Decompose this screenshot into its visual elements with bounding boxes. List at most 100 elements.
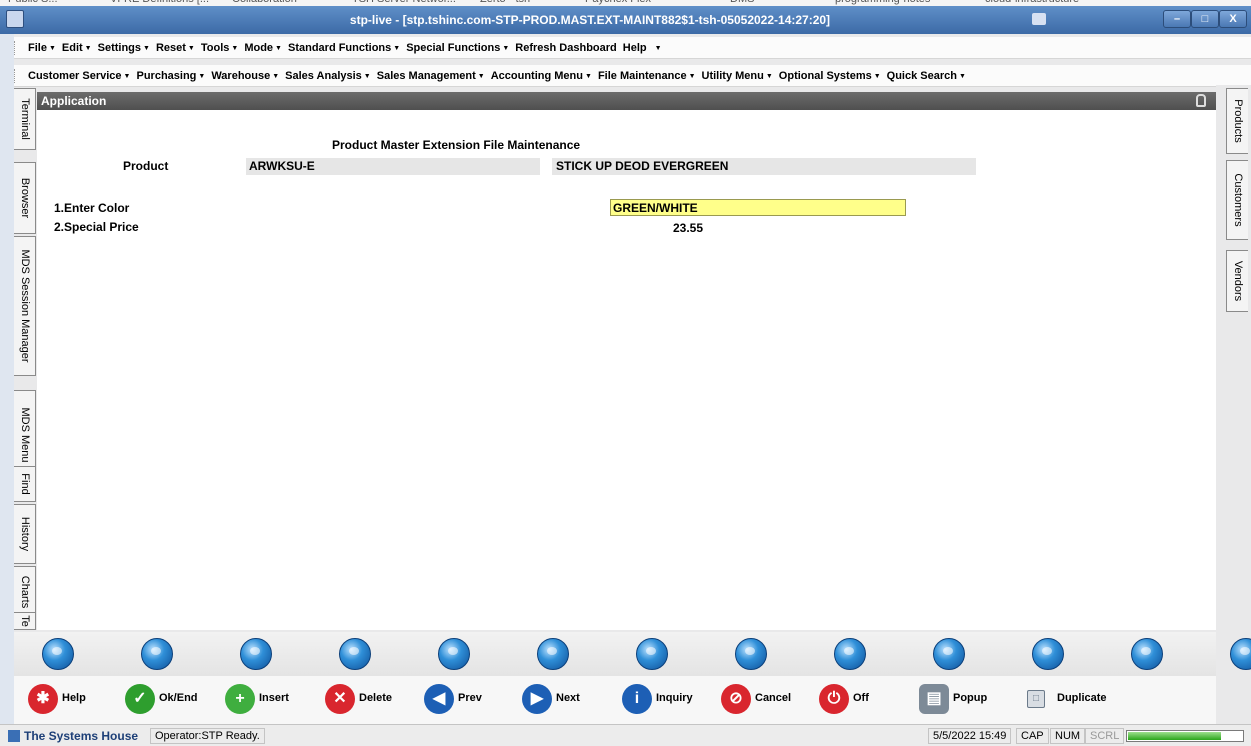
menubar-grip[interactable] [14,69,17,83]
application-header: Application [37,92,1216,110]
inquiry-button[interactable]: i Inquiry [622,684,717,714]
chevron-down-icon: ▼ [654,45,662,52]
dropdown-arrow-icon: ▼ [765,73,773,80]
tab-vendors[interactable]: Vendors [1226,250,1248,312]
minimize-button[interactable]: – [1163,10,1191,28]
bookmark-item[interactable]: Paychex Flex [585,0,651,5]
next-button[interactable]: ▶ Next [522,684,617,714]
product-label: Product [123,159,169,173]
dropdown-arrow-icon: ▼ [873,73,881,80]
menu-item-refresh-dashboard[interactable]: Refresh Dashboard [515,42,616,54]
menu-overflow[interactable]: ▼ [653,42,662,54]
menu-item-edit[interactable]: Edit ▼ [62,42,92,54]
dropdown-arrow-icon: ▼ [48,45,56,52]
bookmark-item[interactable]: Zerto - tsh [480,0,530,5]
globe-icon[interactable] [537,638,569,670]
bookmark-item[interactable]: DMS [730,0,754,5]
tab-mds-session-manager[interactable]: MDS Session Manager [14,236,36,376]
menu-item-optional-systems[interactable]: Optional Systems ▼ [779,70,881,82]
globe-icon[interactable] [438,638,470,670]
bookmark-item[interactable]: Collaboration [232,0,297,5]
menu-item-purchasing[interactable]: Purchasing ▼ [136,70,205,82]
operator-status: Operator:STP Ready. [150,728,265,744]
globe-icon[interactable] [339,638,371,670]
tab-browser[interactable]: Browser [14,162,36,234]
num-indicator: NUM [1050,728,1086,744]
module-menubar: Customer Service ▼ Purchasing ▼ Warehouse ▼ Sa… [14,65,1251,87]
menu-item-mode[interactable]: Mode ▼ [244,42,282,54]
delete-icon: ✕ [325,684,355,714]
bookmark-item[interactable]: VFRE Definitions [... [110,0,209,5]
progress-fill [1128,732,1221,740]
menu-item-help[interactable]: Help [623,42,647,54]
globe-icon[interactable] [1131,638,1163,670]
menu-item-utility-menu[interactable]: Utility Menu ▼ [702,70,773,82]
bookmark-item[interactable]: Public S... [8,0,58,5]
special-price-input[interactable]: 23.55 [610,219,706,236]
menu-item-customer-service[interactable]: Customer Service ▼ [28,70,130,82]
menu-item-file[interactable]: File ▼ [28,42,56,54]
menubar-grip[interactable] [14,41,17,55]
menu-item-standard-functions[interactable]: Standard Functions ▼ [288,42,400,54]
menu-item-tools[interactable]: Tools ▼ [201,42,238,54]
tab-te[interactable]: Te [14,612,36,630]
dropdown-arrow-icon: ▼ [231,45,239,52]
prev-button[interactable]: ◀ Prev [424,684,519,714]
prev-icon: ◀ [424,684,454,714]
globe-icon[interactable] [42,638,74,670]
ok-end-button[interactable]: ✓ Ok/End [125,684,220,714]
globe-icon[interactable] [240,638,272,670]
popup-button[interactable]: ▤ Popup [919,684,1014,714]
tab-terminal[interactable]: Terminal [14,88,36,150]
tab-customers[interactable]: Customers [1226,160,1248,240]
globe-icon[interactable] [1032,638,1064,670]
color-input[interactable]: GREEN/WHITE [610,199,906,216]
close-button[interactable]: X [1219,10,1247,28]
duplicate-button[interactable]: □ Duplicate [1019,684,1114,714]
product-description: STICK UP DEOD EVERGREEN [556,159,729,173]
menu-item-accounting-menu[interactable]: Accounting Menu ▼ [491,70,592,82]
globe-toolbar [14,632,1251,676]
bookmark-item[interactable]: programming-notes [835,0,930,5]
function-key-bar: ✱ Help ✓ Ok/End + Insert ✕ Delete ◀ Prev ▶ Next i Inq… [14,676,1216,724]
left-edge [0,34,14,724]
globe-icon[interactable] [834,638,866,670]
enter-color-label: 1.Enter Color [54,201,130,215]
session-icon[interactable] [1032,13,1046,25]
main-menu-list: File ▼ Edit ▼ Settings ▼ Reset ▼ Tools ▼ Mode ▼ Stan… [28,42,668,54]
menu-item-file-maintenance[interactable]: File Maintenance ▼ [598,70,696,82]
off-button[interactable]: ⏻ Off [819,684,914,714]
menu-item-sales-analysis[interactable]: Sales Analysis ▼ [285,70,371,82]
application-title: Application [41,94,107,108]
menu-item-special-functions[interactable]: Special Functions ▼ [406,42,509,54]
insert-button[interactable]: + Insert [225,684,320,714]
help-button[interactable]: ✱ Help [28,684,123,714]
delete-button[interactable]: ✕ Delete [325,684,420,714]
dropdown-arrow-icon: ▼ [143,45,150,52]
menu-item-reset[interactable]: Reset ▼ [156,42,195,54]
globe-icon[interactable] [636,638,668,670]
tab-find[interactable]: Find [14,466,36,502]
dropdown-arrow-icon: ▼ [275,45,282,52]
application-body: Product Master Extension File Maintenanc… [37,110,1216,630]
tab-charts[interactable]: Charts [14,566,36,618]
menu-item-quick-search[interactable]: Quick Search ▼ [887,70,966,82]
cancel-button[interactable]: ⊘ Cancel [721,684,816,714]
globe-icon[interactable] [735,638,767,670]
menu-item-sales-management[interactable]: Sales Management ▼ [377,70,485,82]
menu-item-warehouse[interactable]: Warehouse ▼ [211,70,279,82]
maximize-button[interactable]: □ [1191,10,1219,28]
globe-icon[interactable] [933,638,965,670]
bookmark-item[interactable]: TSH Server Networ... [352,0,456,5]
tab-history[interactable]: History [14,504,36,564]
dropdown-arrow-icon: ▼ [272,73,280,80]
tab-products[interactable]: Products [1226,88,1248,154]
datetime: 5/5/2022 15:49 [928,728,1012,744]
dropdown-arrow-icon: ▼ [477,73,485,80]
lock-icon[interactable] [1196,94,1206,107]
bookmark-item[interactable]: cloud-infrastructure [985,0,1079,5]
dropdown-arrow-icon: ▼ [123,73,131,80]
menu-item-settings[interactable]: Settings ▼ [98,42,150,54]
cancel-icon: ⊘ [721,684,751,714]
globe-icon[interactable] [141,638,173,670]
